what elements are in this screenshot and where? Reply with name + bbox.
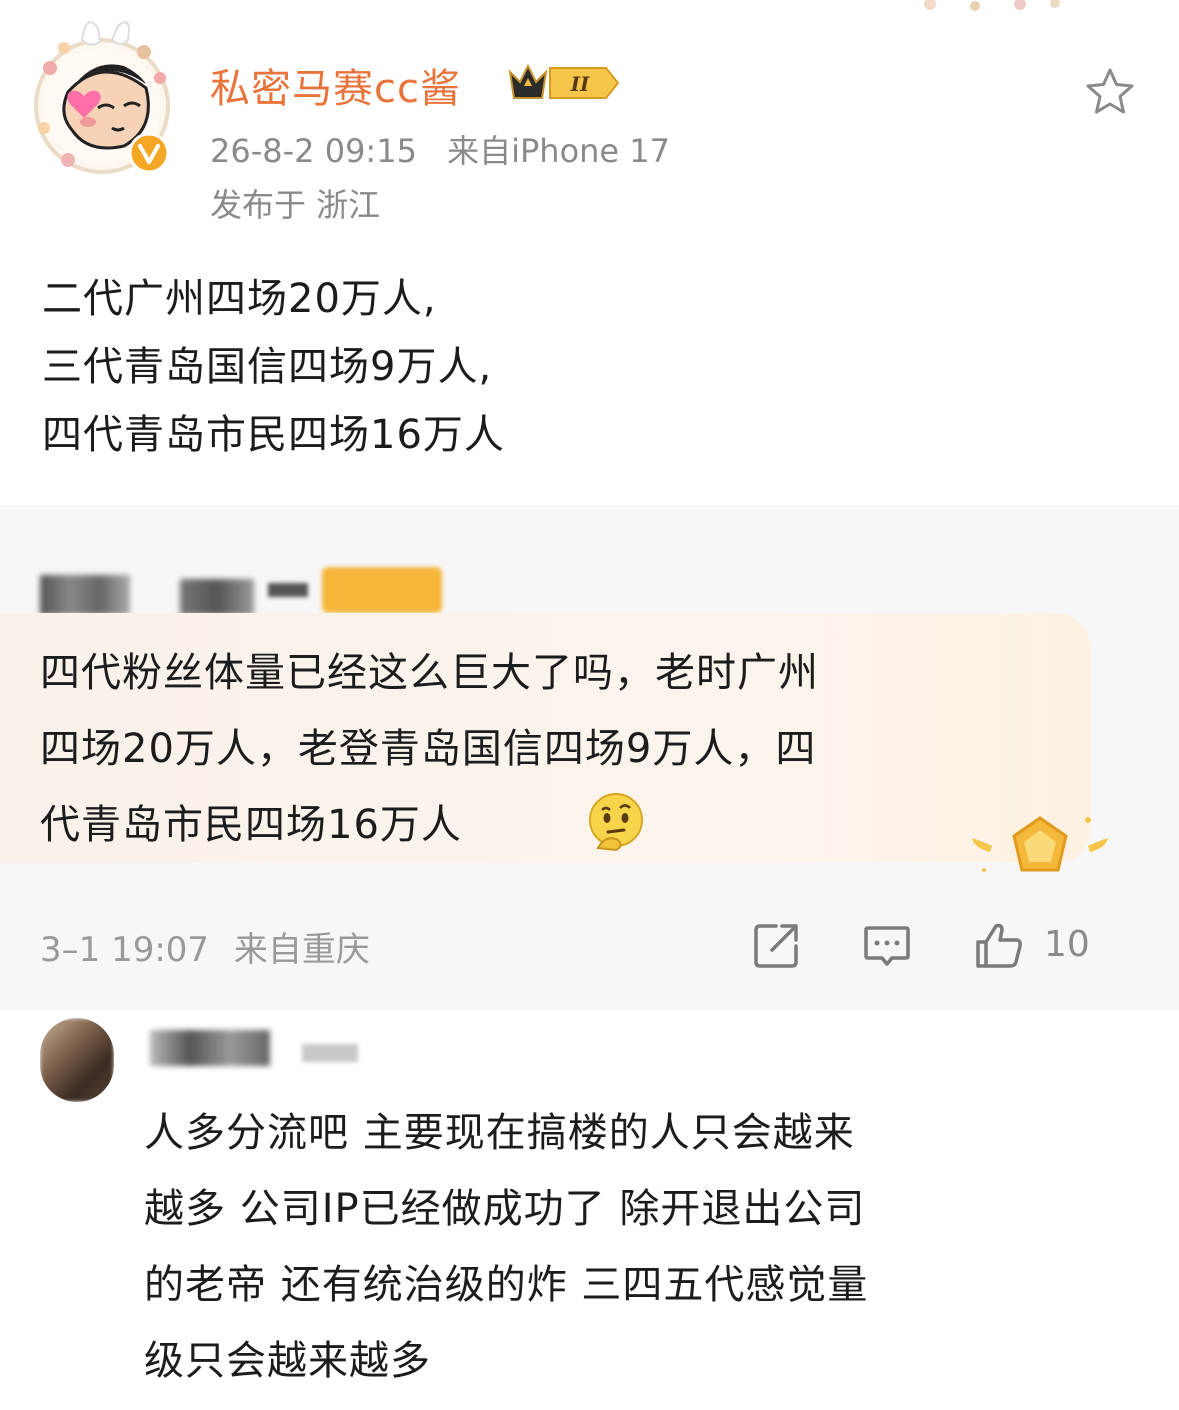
post-time: 26-8-2 09:15: [210, 132, 417, 170]
comment-location: 来自重庆: [233, 930, 370, 970]
blurred-username: [302, 1044, 358, 1062]
post-body-line: 二代广州四场20万人,: [42, 276, 437, 322]
blurred-username: [150, 1030, 270, 1066]
verified-badge-icon: [128, 132, 170, 174]
reply-text-line: 级只会越来越多: [144, 1338, 431, 1384]
reply-avatar[interactable]: [40, 1018, 114, 1102]
post-body-line: 四代青岛市民四场16万人: [42, 412, 505, 458]
thinking-face-icon: [589, 793, 643, 852]
rank-badge-text: II: [570, 72, 590, 96]
reply-text-line: 越多 公司IP已经做成功了 除开退出公司: [144, 1186, 866, 1232]
post-source: 来自iPhone 17: [447, 132, 671, 170]
comment-icon[interactable]: [862, 920, 912, 970]
reply-text-line: 的老帝 还有统治级的炸 三四五代感觉量: [144, 1262, 869, 1308]
comment-meta: 3–1 19:07 来自重庆: [40, 922, 370, 971]
reply-text-line: 人多分流吧 主要现在搞楼的人只会越来: [144, 1110, 855, 1156]
like-count: 10: [1044, 924, 1090, 965]
comment-text-line: 四场20万人，老登青岛国信四场9万人，四: [40, 726, 817, 772]
comment-text-line: 四代粉丝体量已经这么巨大了吗，老时广州: [40, 650, 819, 696]
thumbs-up-icon[interactable]: [974, 920, 1024, 970]
share-icon[interactable]: [752, 920, 802, 970]
author-avatar[interactable]: [28, 18, 178, 176]
comment-timestamp: 3–1 19:07: [40, 930, 210, 970]
blurred-username: [268, 583, 308, 597]
post-location: 发布于 浙江: [210, 186, 381, 224]
comment-text-line: 代青岛市民四场16万人: [40, 802, 462, 848]
blurred-badge: [322, 567, 442, 613]
blurred-username: [40, 575, 130, 615]
author-name[interactable]: 私密马赛cc酱: [210, 56, 461, 114]
rank-badge[interactable]: II: [506, 60, 622, 106]
post-meta: 26-8-2 09:15 来自iPhone 17: [210, 126, 670, 172]
blurred-username: [180, 579, 254, 615]
gold-badge-icon: [972, 816, 1108, 872]
post-body-line: 三代青岛国信四场9万人,: [42, 344, 493, 390]
star-outline-icon[interactable]: [1084, 66, 1136, 118]
